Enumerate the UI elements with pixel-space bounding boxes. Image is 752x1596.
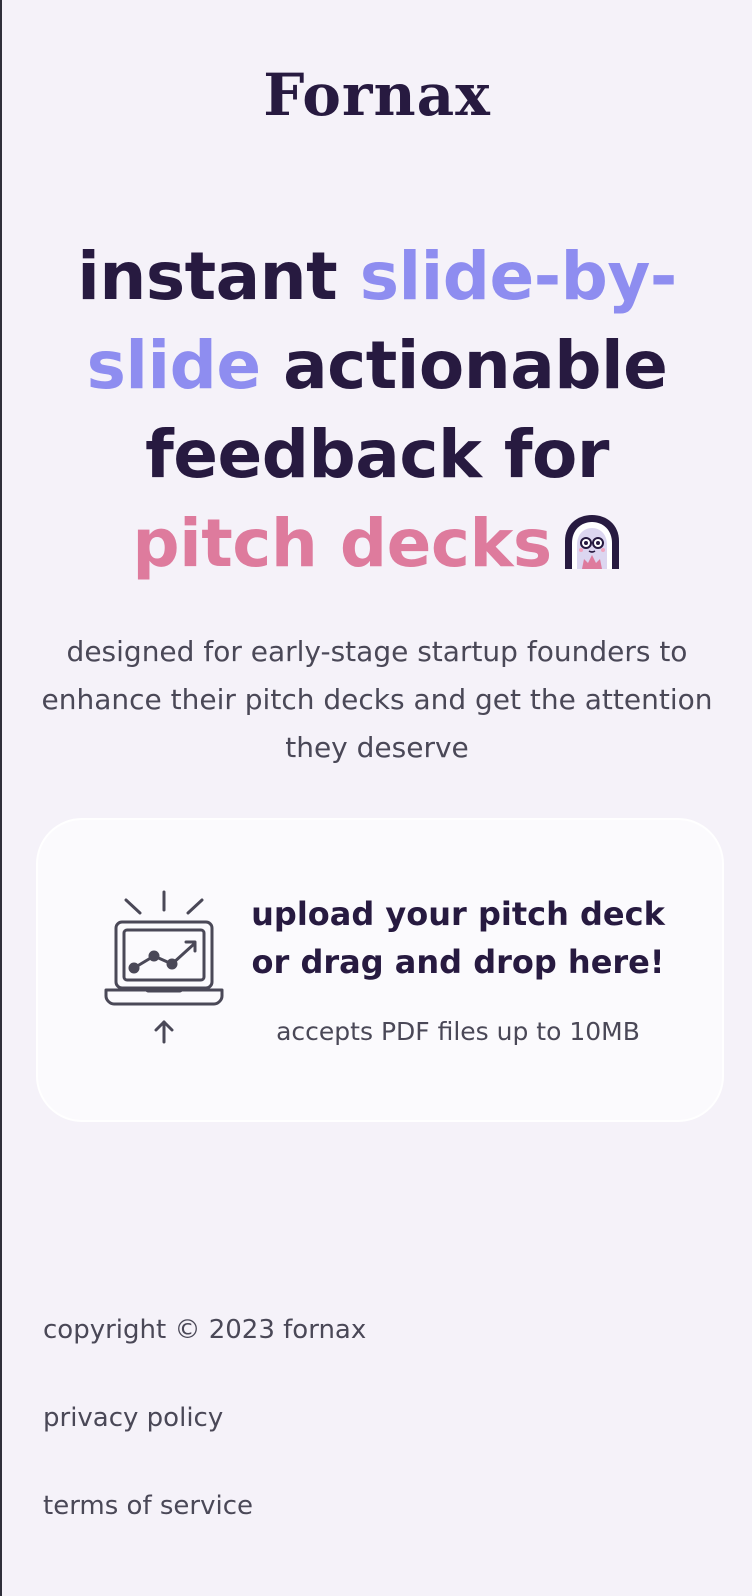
headline-highlight-pitch-decks: pitch decks xyxy=(132,505,552,582)
headline-part-1: instant xyxy=(77,238,360,315)
hero-headline: instant slide-by-slide actionable feedba… xyxy=(42,232,712,588)
privacy-policy-link[interactable]: privacy policy xyxy=(43,1402,223,1434)
upload-dropzone[interactable]: upload your pitch deck or drag and drop … xyxy=(36,818,724,1122)
upload-title: upload your pitch deck or drag and drop … xyxy=(251,895,665,981)
upload-file-requirements: accepts PDF files up to 10MB xyxy=(276,1017,640,1046)
page: Fornax instant slide-by-slide actionable… xyxy=(0,0,752,1596)
laptop-chart-upload-icon xyxy=(102,886,226,1046)
logo[interactable]: Fornax xyxy=(2,66,752,124)
hero-subtitle: designed for early-stage startup founder… xyxy=(41,635,713,764)
footer-copyright: copyright © 2023 fornax xyxy=(43,1315,367,1345)
ghost-mascot-icon xyxy=(562,513,622,570)
terms-of-service-link[interactable]: terms of service xyxy=(43,1490,253,1522)
